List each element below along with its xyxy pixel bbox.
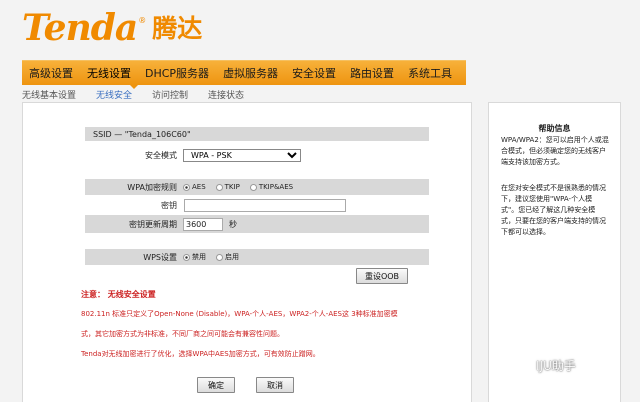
wps-disable-radio[interactable]: 禁用	[183, 252, 206, 262]
radio-dot-icon	[215, 183, 223, 191]
nav-dhcp[interactable]: DHCP服务器	[138, 65, 216, 81]
renew-row: 密钥更新周期 3600 秒	[85, 215, 429, 233]
wps-enable-radio[interactable]: 启用	[216, 252, 239, 262]
cipher-label: WPA加密规则	[127, 182, 177, 192]
radio-dot-icon	[183, 183, 190, 191]
cipher-row: WPA加密规则 AES TKIP TKIP&AES	[85, 179, 429, 195]
nav-advanced[interactable]: 高级设置	[22, 65, 80, 81]
help-title: 帮助信息	[538, 124, 571, 133]
nav-security[interactable]: 安全设置	[285, 65, 343, 81]
renew-unit: 秒	[229, 219, 237, 229]
renew-period-input[interactable]: 3600	[183, 217, 223, 231]
radio-dot-icon	[216, 253, 223, 261]
note-line-2: 式，其它加密方式为非标准，不同厂商之间可能会有兼容性问题。	[81, 330, 284, 338]
ssid-row: SSID — "Tenda_106C60"	[85, 127, 429, 141]
note-line-1: 802.11n 标准只定义了Open-None (Disable)，WPA-个人…	[81, 310, 398, 318]
logo-registered-mark: ®	[138, 16, 147, 25]
key-input[interactable]	[184, 198, 346, 212]
cipher-tkip-radio[interactable]: TKIP	[215, 183, 240, 191]
help-paragraph-2: 在您对安全模式不是很熟悉的情况下，建议您使用"WPA-个人模式"。您已经了解这几…	[501, 184, 606, 236]
security-mode-row: 安全模式 WPA - PSK	[85, 147, 429, 163]
renew-label: 密钥更新周期	[129, 219, 177, 229]
main-panel: SSID — "Tenda_106C60" 安全模式 WPA - PSK WPA…	[22, 102, 472, 402]
wps-label: WPS设置	[143, 252, 177, 262]
watermark-text: IJU助手	[536, 359, 576, 373]
subnav-connection-status[interactable]: 连接状态	[208, 88, 244, 101]
nav-virtual-server[interactable]: 虚拟服务器	[216, 65, 285, 81]
ssid-label: SSID — "Tenda_106C60"	[93, 129, 191, 139]
nav-routing[interactable]: 路由设置	[343, 65, 401, 81]
logo-text-en: Tenda	[22, 7, 138, 49]
subnav-basic[interactable]: 无线基本设置	[22, 88, 76, 101]
key-label: 密钥	[161, 200, 177, 210]
wechat-icon	[510, 358, 532, 373]
help-paragraph-1: WPA/WPA2：您可以启用个人或混合模式，但必须确定您的无线客户端支持该加密方…	[501, 136, 609, 166]
ok-button[interactable]: 确定	[197, 377, 235, 393]
reset-oob-button[interactable]: 重设OOB	[356, 268, 408, 284]
subnav-security[interactable]: 无线安全	[96, 88, 132, 101]
wechat-watermark: IJU助手	[510, 357, 576, 374]
security-mode-label: 安全模式	[145, 150, 177, 160]
note-title: 注意： 无线安全设置	[81, 290, 156, 299]
note-line-3: Tenda对无线加密进行了优化，选择WPA中AES加密方式，可有效防止蹭网。	[81, 350, 320, 358]
security-mode-select[interactable]: WPA - PSK	[183, 148, 301, 162]
radio-dot-icon	[183, 253, 190, 261]
radio-dot-icon	[249, 183, 257, 191]
cipher-aes-radio[interactable]: AES	[183, 183, 206, 191]
main-nav: 高级设置 无线设置 DHCP服务器 虚拟服务器 安全设置 路由设置 系统工具	[22, 60, 466, 85]
cipher-tkip-aes-radio[interactable]: TKIP&AES	[249, 183, 293, 191]
sub-nav: 无线基本设置 无线安全 访问控制 连接状态	[22, 88, 264, 101]
nav-wireless[interactable]: 无线设置	[80, 65, 138, 81]
key-row: 密钥	[85, 197, 429, 213]
wps-row: WPS设置 禁用 启用	[85, 249, 429, 265]
tenda-logo: Tenda ® 腾达	[22, 8, 202, 48]
nav-system-tools[interactable]: 系统工具	[401, 65, 459, 81]
subnav-access-control[interactable]: 访问控制	[152, 88, 188, 101]
cancel-button[interactable]: 取消	[256, 377, 294, 393]
logo-text-cn: 腾达	[152, 14, 203, 43]
